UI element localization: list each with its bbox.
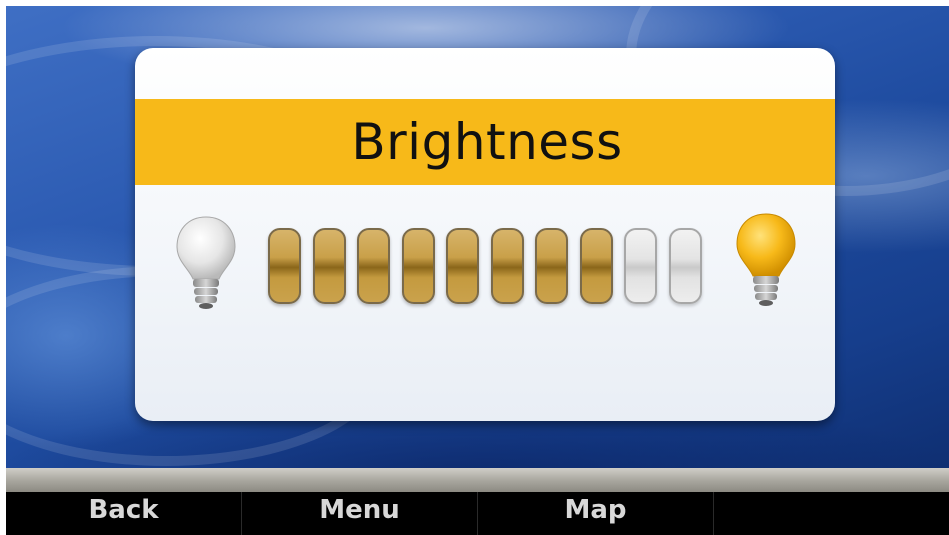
dim-bulb-icon[interactable]: [171, 213, 241, 313]
bright-bulb-icon-graphic: [736, 213, 796, 306]
brightness-segment[interactable]: [491, 228, 524, 304]
brightness-segment[interactable]: [446, 228, 479, 304]
brightness-level-bar[interactable]: [268, 228, 708, 306]
map-softkey[interactable]: Map: [478, 492, 714, 535]
brightness-segment[interactable]: [535, 228, 568, 304]
brightness-dialog: Brightness: [135, 48, 835, 421]
dim-bulb-icon-graphic: [176, 216, 236, 309]
dialog-title: Brightness: [351, 113, 623, 171]
brightness-segment[interactable]: [624, 228, 657, 304]
empty-softkey[interactable]: [714, 492, 949, 535]
brightness-segment[interactable]: [268, 228, 301, 304]
brightness-segment[interactable]: [313, 228, 346, 304]
softkey-bar-bezel: [6, 468, 949, 492]
back-softkey[interactable]: Back: [6, 492, 242, 535]
brightness-segment[interactable]: [402, 228, 435, 304]
bright-bulb-icon[interactable]: [731, 210, 801, 310]
brightness-segment[interactable]: [580, 228, 613, 304]
dialog-title-band: Brightness: [135, 99, 835, 185]
brightness-segment[interactable]: [669, 228, 702, 304]
device-screen: Brightness Back Menu Map: [0, 0, 949, 535]
menu-softkey[interactable]: Menu: [242, 492, 478, 535]
brightness-segment[interactable]: [357, 228, 390, 304]
softkey-bar: Back Menu Map: [6, 492, 949, 535]
